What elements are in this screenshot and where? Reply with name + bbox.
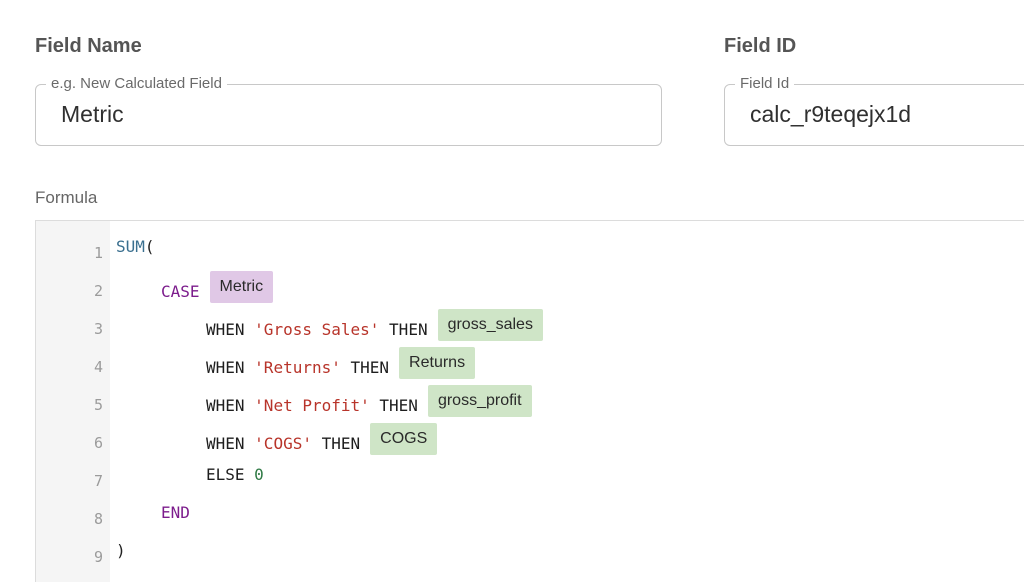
formula-label: Formula [35, 188, 98, 207]
field-name-input[interactable]: e.g. New Calculated Field Metric [35, 74, 662, 146]
field-id-heading: Field ID [724, 35, 797, 57]
code-line: 6 WHEN 'COGS' THEN COGS [36, 417, 1024, 455]
field-id-input[interactable]: Field Id calc_r9teqejx1d [724, 74, 1024, 146]
field-name-heading: Field Name [35, 35, 142, 57]
string-literal: 'COGS' [254, 433, 312, 453]
string-literal: 'Returns' [254, 357, 341, 377]
field-name-placeholder-label: e.g. New Calculated Field [46, 74, 227, 94]
code-line: 2 CASE Metric [36, 265, 1024, 303]
line-number: 4 [93, 358, 103, 376]
column-reference-chip[interactable]: gross_profit [427, 385, 532, 417]
line-number: 5 [93, 396, 103, 414]
else-keyword: ELSE [206, 465, 245, 484]
line-number: 9 [93, 548, 103, 566]
formula-editor[interactable]: 1 SUM( 2 CASE Metric 3 WHEN 'Gross Sales… [35, 220, 1024, 582]
field-id-placeholder-label: Field Id [735, 74, 795, 94]
when-keyword: WHEN [206, 395, 245, 415]
column-reference-chip[interactable]: Returns [399, 347, 476, 379]
code-line: 5 WHEN 'Net Profit' THEN gross_profit [36, 379, 1024, 417]
line-number: 3 [93, 320, 103, 338]
line-number: 6 [93, 434, 103, 452]
line-number: 1 [93, 244, 103, 262]
function-keyword: SUM [116, 237, 145, 256]
column-reference-chip[interactable]: gross_sales [437, 309, 543, 341]
end-keyword: END [161, 503, 190, 522]
code-line: 3 WHEN 'Gross Sales' THEN gross_sales [36, 303, 1024, 341]
line-number: 2 [93, 282, 103, 300]
string-literal: 'Net Profit' [254, 395, 370, 415]
field-id-value: calc_r9teqejx1d [750, 101, 912, 127]
then-keyword: THEN [321, 433, 361, 453]
field-name-value: Metric [61, 101, 124, 127]
string-literal: 'Gross Sales' [254, 319, 380, 339]
when-keyword: WHEN [206, 319, 245, 339]
code-line: 8 END [36, 493, 1024, 531]
then-keyword: THEN [389, 319, 428, 339]
code-line: 1 SUM( [36, 227, 1024, 265]
number-literal: 0 [254, 465, 264, 484]
when-keyword: WHEN [206, 357, 245, 377]
then-keyword: THEN [350, 357, 390, 377]
line-number: 8 [93, 510, 103, 528]
code-line: 9 ) [36, 531, 1024, 569]
when-keyword: WHEN [206, 433, 245, 453]
then-keyword: THEN [379, 395, 418, 415]
code-line: 7 ELSE 0 [36, 455, 1024, 493]
line-number: 7 [93, 472, 103, 490]
open-paren: ( [144, 237, 155, 256]
case-keyword: CASE [161, 281, 200, 301]
column-reference-chip[interactable]: COGS [370, 423, 438, 455]
field-reference-chip[interactable]: Metric [209, 271, 274, 303]
code-line: 4 WHEN 'Returns' THEN Returns [36, 341, 1024, 379]
close-paren: ) [116, 541, 126, 560]
